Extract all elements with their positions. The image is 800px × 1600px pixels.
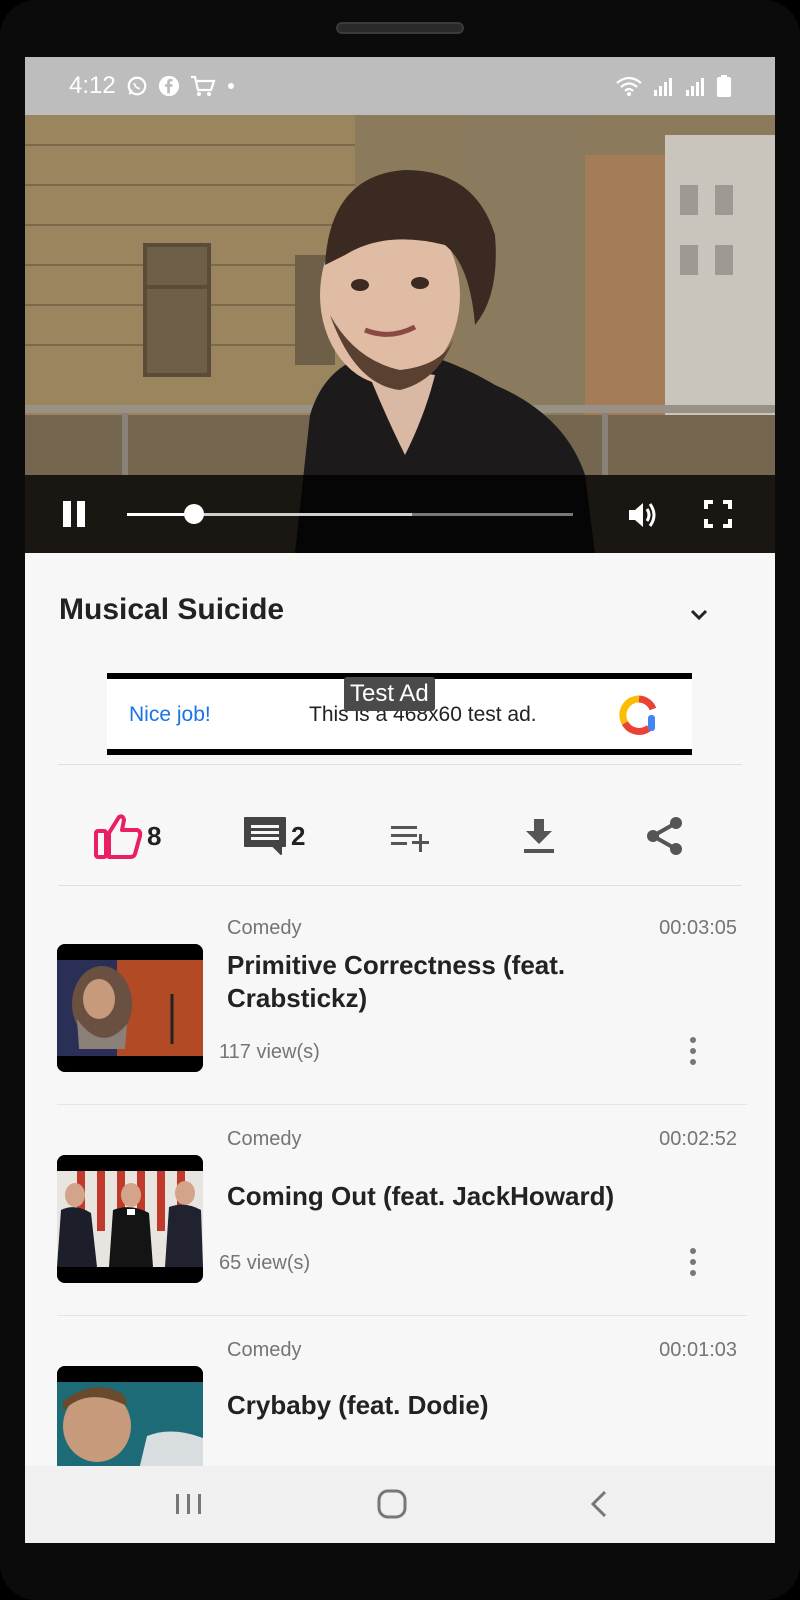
video-category: Comedy xyxy=(227,1339,302,1361)
video-thumbnail[interactable] xyxy=(57,1155,203,1283)
ad-banner[interactable]: Nice job! This is a 468x60 test ad. Test… xyxy=(107,673,692,755)
video-title[interactable]: Coming Out (feat. JackHoward) xyxy=(227,1180,697,1213)
thumbnail-image xyxy=(57,944,203,1072)
comment-count: 2 xyxy=(291,820,306,851)
chevron-down-icon[interactable] xyxy=(687,603,711,627)
more-options-icon[interactable] xyxy=(689,1248,697,1278)
seek-bar[interactable] xyxy=(127,504,573,524)
video-duration: 00:03:05 xyxy=(659,917,737,939)
status-bar: 4:12 xyxy=(25,57,775,115)
like-count: 8 xyxy=(147,820,162,851)
volume-icon[interactable] xyxy=(625,497,661,533)
whatsapp-icon xyxy=(127,76,147,96)
facebook-icon xyxy=(158,75,179,97)
video-title-row: Musical Suicide xyxy=(25,553,775,673)
system-navigation-bar xyxy=(25,1466,775,1543)
divider xyxy=(58,885,742,886)
video-duration: 00:01:03 xyxy=(659,1339,737,1361)
action-row: 8 2 xyxy=(25,779,775,899)
share-button[interactable] xyxy=(643,811,687,861)
video-title: Musical Suicide xyxy=(59,593,285,626)
share-icon xyxy=(647,817,682,855)
phone-frame: 4:12 Musical Suicide Nice job! This is a… xyxy=(0,0,800,1600)
dot-icon xyxy=(227,83,234,89)
seek-thumb[interactable] xyxy=(183,504,204,524)
recent-apps-icon[interactable] xyxy=(169,1486,209,1522)
view-count: 117 view(s) xyxy=(219,1041,320,1063)
pause-icon[interactable] xyxy=(63,501,87,527)
fullscreen-icon[interactable] xyxy=(703,499,733,529)
video-category: Comedy xyxy=(227,1128,302,1150)
download-icon xyxy=(524,819,554,853)
video-controls xyxy=(25,475,775,553)
signal-icon xyxy=(686,78,704,96)
divider xyxy=(57,1315,747,1316)
video-duration: 00:02:52 xyxy=(659,1128,737,1150)
video-title[interactable]: Primitive Correctness (feat. Crabstickz) xyxy=(227,949,697,1015)
video-title[interactable]: Crybaby (feat. Dodie) xyxy=(227,1389,697,1422)
status-time: 4:12 xyxy=(69,72,116,99)
download-button[interactable] xyxy=(519,811,559,861)
thumbnail-image xyxy=(57,1155,203,1283)
cart-icon xyxy=(190,75,216,96)
more-options-icon[interactable] xyxy=(689,1037,697,1067)
ad-badge: Test Ad xyxy=(344,677,435,711)
view-count: 65 view(s) xyxy=(219,1252,311,1274)
ad-headline[interactable]: Nice job! xyxy=(129,703,211,727)
wifi-icon xyxy=(616,76,642,96)
battery-icon xyxy=(717,75,731,97)
like-button[interactable]: 8 xyxy=(93,811,161,861)
video-category: Comedy xyxy=(227,917,302,939)
playlist-add-icon xyxy=(391,826,429,852)
add-to-playlist-button[interactable] xyxy=(389,811,433,861)
divider xyxy=(57,1104,747,1105)
home-icon[interactable] xyxy=(372,1486,412,1522)
ad-logo-icon xyxy=(619,695,657,735)
list-item[interactable]: Comedy 00:03:05 Primitive Correctness (f… xyxy=(25,897,775,1105)
comment-icon xyxy=(244,817,286,855)
comment-button[interactable]: 2 xyxy=(243,811,305,861)
video-thumbnail[interactable] xyxy=(57,944,203,1072)
divider xyxy=(58,764,742,765)
list-item[interactable]: Comedy 00:02:52 Coming Out (feat. JackHo… xyxy=(25,1108,775,1316)
back-icon[interactable] xyxy=(580,1486,620,1522)
video-player[interactable] xyxy=(25,115,775,553)
signal-icon xyxy=(654,78,672,96)
earpiece-speaker xyxy=(336,22,464,34)
like-icon xyxy=(94,814,143,859)
screen: 4:12 Musical Suicide Nice job! This is a… xyxy=(25,57,775,1543)
